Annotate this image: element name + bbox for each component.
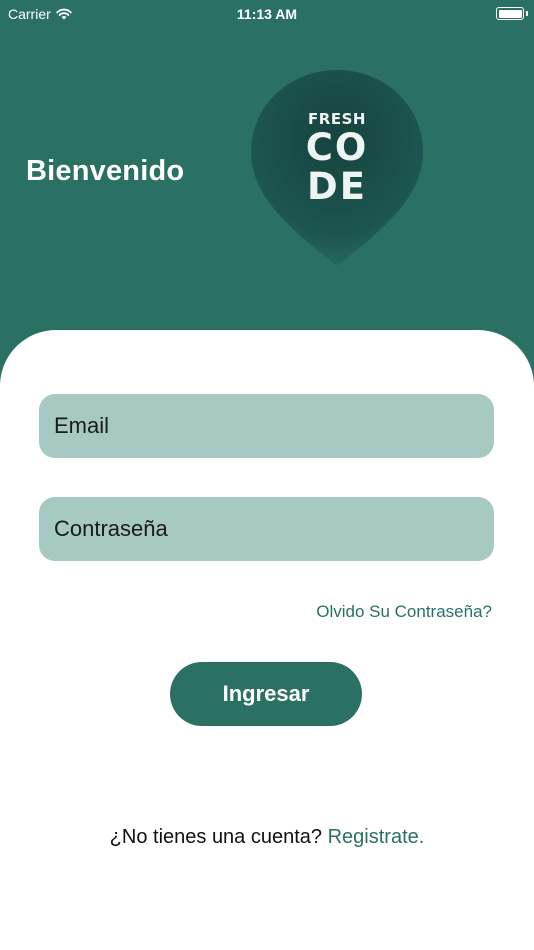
welcome-title: Bienvenido [26, 155, 185, 187]
logo-word-co: CO [305, 126, 369, 169]
logo-text: FRESH CO DE [249, 112, 425, 206]
login-screen: Carrier 11:13 AM Bienvenido FRESH CO DE … [0, 0, 534, 950]
signup-prompt: ¿No tienes una cuenta? Registrate. [0, 826, 534, 849]
status-time: 11:13 AM [236, 6, 298, 22]
login-button[interactable]: Ingresar [170, 662, 362, 726]
logo-word-fresh: FRESH [308, 110, 366, 128]
signup-prompt-text: ¿No tienes una cuenta? [109, 826, 323, 848]
email-field[interactable] [39, 394, 494, 458]
register-link[interactable]: Registrate. [328, 826, 425, 848]
email-input[interactable] [52, 412, 494, 440]
password-input[interactable] [52, 515, 494, 543]
fresh-code-logo: FRESH CO DE [249, 68, 425, 268]
forgot-password-link[interactable]: Olvido Su Contraseña? [316, 602, 492, 622]
battery-full-icon [496, 7, 528, 20]
password-field[interactable] [39, 497, 494, 561]
status-bar: Carrier 11:13 AM [0, 0, 534, 28]
logo-word-de: DE [307, 165, 367, 209]
login-card: Olvido Su Contraseña? Ingresar ¿No tiene… [0, 330, 534, 950]
